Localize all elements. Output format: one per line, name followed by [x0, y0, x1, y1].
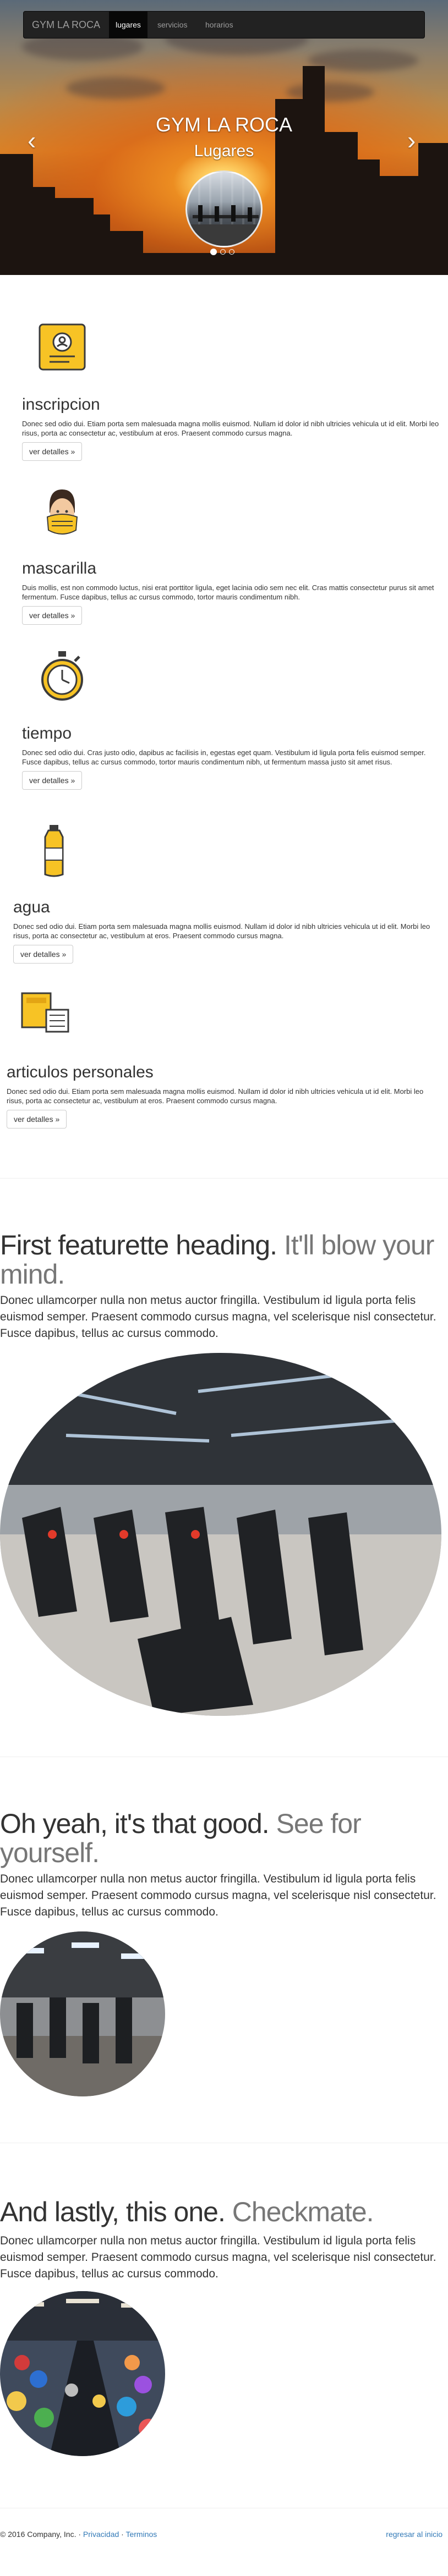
item-articulos-personales: articulos personales Donec sed odio dui.…	[7, 1063, 441, 1129]
item-text: Donec sed odio dui. Etiam porta sem male…	[13, 922, 430, 940]
carousel-title: GYM LA ROCA	[155, 113, 293, 136]
item-title: articulos personales	[7, 1063, 154, 1081]
details-button[interactable]: ver detalles »	[22, 771, 83, 790]
copyright-text: © 2016 Company, Inc. ·	[0, 2530, 81, 2539]
carousel-indicator-3[interactable]	[229, 249, 234, 255]
water-bottle-icon	[37, 823, 70, 880]
item-title: mascarilla	[22, 559, 97, 577]
featurette-heading-text: First featurette heading.	[0, 1230, 277, 1261]
stopwatch-icon	[37, 649, 87, 707]
carousel-subtitle: Lugares	[194, 142, 254, 160]
gym-crowd-image	[0, 2291, 165, 2456]
carousel-indicator-1[interactable]	[210, 249, 217, 255]
carousel-prev-button[interactable]: ‹	[28, 125, 36, 155]
footer-left: © 2016 Company, Inc. · Privacidad · Term…	[0, 2530, 157, 2539]
carousel-next-button[interactable]: ›	[407, 125, 416, 155]
featurette-2-heading: Oh yeah, it's that good. See for yoursel…	[0, 1809, 448, 1868]
gym-bikes-image	[0, 1353, 441, 1716]
nav-link-lugares[interactable]: lugares	[109, 12, 147, 38]
carousel-indicators	[208, 249, 240, 257]
details-button[interactable]: ver detalles »	[7, 1110, 67, 1129]
towel-icon	[19, 988, 72, 1040]
back-to-top-link[interactable]: regresar al inicio	[386, 2530, 442, 2539]
featurette-2-text: Donec ullamcorper nulla non metus auctor…	[0, 1873, 436, 1918]
item-inscripcion: inscripcion Donec sed odio dui. Etiam po…	[22, 395, 440, 461]
chevron-left-icon: ‹	[28, 126, 36, 155]
top-navbar: GYM LA ROCA lugares servicios horarios	[23, 11, 425, 38]
featurette-3-text: Donec ullamcorper nulla non metus auctor…	[0, 2234, 436, 2280]
item-text: Donec sed odio dui. Etiam porta sem male…	[7, 1087, 424, 1105]
carousel-indicator-2[interactable]	[220, 249, 226, 255]
details-button[interactable]: ver detalles »	[22, 442, 83, 461]
item-title: agua	[13, 898, 50, 916]
face-mask-icon	[37, 485, 87, 543]
featurette-3-heading: And lastly, this one. Checkmate.	[0, 2198, 448, 2227]
item-text: Donec sed odio dui. Etiam porta sem male…	[22, 420, 439, 437]
featurette-heading-muted: Checkmate.	[232, 2197, 374, 2227]
details-button[interactable]: ver detalles »	[22, 606, 83, 625]
item-title: tiempo	[22, 724, 72, 742]
featurette-heading-text: And lastly, this one.	[0, 2197, 226, 2227]
item-text: Donec sed odio dui. Cras justo odio, dap…	[22, 748, 426, 766]
footer-separator: ·	[121, 2530, 124, 2539]
navbar-brand[interactable]: GYM LA ROCA	[32, 12, 100, 38]
featurette-divider	[0, 1178, 448, 1179]
item-text: Duis mollis, est non commodo luctus, nis…	[22, 584, 434, 601]
item-title: inscripcion	[22, 395, 100, 414]
nav-link-servicios[interactable]: servicios	[157, 12, 187, 38]
featurette-heading-text: Oh yeah, it's that good.	[0, 1808, 270, 1839]
id-card-icon	[37, 322, 87, 375]
gym-floor-image	[0, 1931, 165, 2096]
privacy-link[interactable]: Privacidad	[83, 2530, 119, 2539]
item-agua: agua Donec sed odio dui. Etiam porta sem…	[13, 898, 440, 964]
item-mascarilla: mascarilla Duis mollis, est non commodo …	[22, 559, 440, 625]
page-footer: © 2016 Company, Inc. · Privacidad · Term…	[0, 2530, 448, 2552]
terms-link[interactable]: Terminos	[125, 2530, 157, 2539]
carousel-gym-image	[185, 170, 263, 247]
chevron-right-icon: ›	[407, 126, 416, 155]
featurette-1-heading: First featurette heading. It'll blow you…	[0, 1231, 448, 1289]
featurette-1-text: Donec ullamcorper nulla non metus auctor…	[0, 1294, 436, 1340]
item-tiempo: tiempo Donec sed odio dui. Cras justo od…	[22, 724, 440, 790]
hero-carousel: GYM LA ROCA lugares servicios horarios G…	[0, 0, 448, 275]
nav-link-horarios[interactable]: horarios	[205, 12, 233, 38]
details-button[interactable]: ver detalles »	[13, 945, 74, 964]
